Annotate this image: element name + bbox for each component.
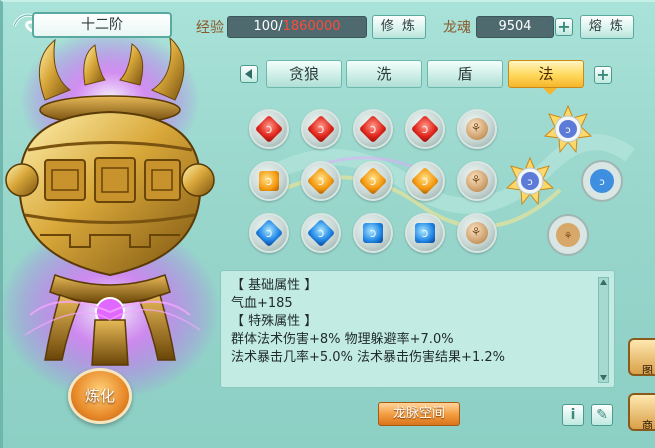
- gem-empty[interactable]: [457, 109, 497, 149]
- smelt-button[interactable]: 熔 炼: [580, 15, 634, 39]
- add-soul-button[interactable]: +: [555, 18, 573, 36]
- rank-title: 十二阶: [32, 12, 172, 38]
- gem-empty[interactable]: [457, 161, 497, 201]
- side-tab-atlas[interactable]: 图: [628, 338, 655, 376]
- special-attr-header: 【 特殊属性 】: [231, 314, 318, 329]
- svg-text:⚘: ⚘: [564, 231, 573, 242]
- gem-empty[interactable]: [457, 213, 497, 253]
- blue-gem-icon: [306, 218, 336, 248]
- tab-tanlang[interactable]: 贪狼: [266, 60, 342, 88]
- red-gem-icon: [306, 114, 336, 144]
- info-icon[interactable]: i: [562, 404, 584, 426]
- orange-gem-icon: [259, 171, 279, 191]
- orange-gem-icon: [358, 166, 388, 196]
- dragon-soul-value: 9504: [476, 16, 554, 38]
- gem-red[interactable]: [353, 109, 393, 149]
- refine-button[interactable]: 炼化: [68, 368, 132, 424]
- exp-bar: 100/1860000: [227, 16, 367, 38]
- gem-orange[interactable]: [353, 161, 393, 201]
- red-gem-icon: [358, 114, 388, 144]
- gem-blue[interactable]: [353, 213, 393, 253]
- scroll-down-icon[interactable]: [600, 375, 607, 380]
- gem-blue[interactable]: [301, 213, 341, 253]
- dragon-space-button[interactable]: 龙脉空间: [378, 402, 460, 426]
- scroll-up-icon[interactable]: [600, 280, 607, 285]
- dragon-soul-label: 龙魂: [443, 20, 471, 36]
- svg-text:ↄ: ↄ: [527, 177, 533, 188]
- red-gem-icon: [254, 114, 284, 144]
- star-gem-right-icon[interactable]: ↄ: [577, 156, 627, 206]
- empty-slot-icon: [466, 118, 488, 140]
- gem-orange[interactable]: [301, 161, 341, 201]
- add-tab-button[interactable]: +: [594, 66, 612, 84]
- blue-gem-icon: [363, 223, 383, 243]
- gem-blue[interactable]: [405, 213, 445, 253]
- star-gem-bottom-icon[interactable]: ⚘: [543, 210, 593, 260]
- active-tab-pointer: [543, 88, 557, 95]
- exp-current: 100/: [253, 19, 283, 34]
- gem-red[interactable]: [301, 109, 341, 149]
- empty-slot-icon: [466, 222, 488, 244]
- blue-gem-icon: [415, 223, 435, 243]
- tab-shield[interactable]: 盾: [427, 60, 503, 88]
- blue-gem-icon: [254, 218, 284, 248]
- red-gem-icon: [410, 114, 440, 144]
- cauldron-illustration: [0, 30, 220, 400]
- orange-gem-icon: [306, 166, 336, 196]
- exp-label: 经验: [196, 20, 224, 36]
- empty-slot-icon: [466, 170, 488, 192]
- tab-magic[interactable]: 法: [508, 60, 584, 88]
- gem-orange[interactable]: [249, 161, 289, 201]
- side-tab-shop[interactable]: 商: [628, 393, 655, 431]
- gem-red[interactable]: [249, 109, 289, 149]
- star-gem-top-icon[interactable]: ↄ: [543, 104, 593, 154]
- basic-attr-header: 【 基础属性 】: [231, 278, 318, 293]
- special-attr-line: 群体法术伤害+8% 物理躲避率+7.0%: [231, 332, 454, 347]
- tab-wash[interactable]: 洗: [346, 60, 422, 88]
- scrollbar[interactable]: [598, 277, 609, 383]
- basic-attr-line: 气血+185: [231, 296, 293, 311]
- attribute-panel: 【 基础属性 】 气血+185 【 特殊属性 】 群体法术伤害+8% 物理躲避率…: [220, 270, 615, 388]
- gem-red[interactable]: [405, 109, 445, 149]
- orange-gem-icon: [410, 166, 440, 196]
- exp-required: 1860000: [282, 19, 341, 34]
- edit-icon[interactable]: ✎: [591, 404, 613, 426]
- svg-text:ↄ: ↄ: [565, 125, 571, 136]
- star-gem-left-icon[interactable]: ↄ: [505, 156, 555, 206]
- svg-text:ↄ: ↄ: [599, 177, 605, 188]
- gem-blue[interactable]: [249, 213, 289, 253]
- special-attr-line: 法术暴击几率+5.0% 法术暴击伤害结果+1.2%: [231, 350, 505, 365]
- gem-orange[interactable]: [405, 161, 445, 201]
- tab-prev-arrow-icon[interactable]: [240, 65, 258, 83]
- cultivate-button[interactable]: 修 炼: [372, 15, 426, 39]
